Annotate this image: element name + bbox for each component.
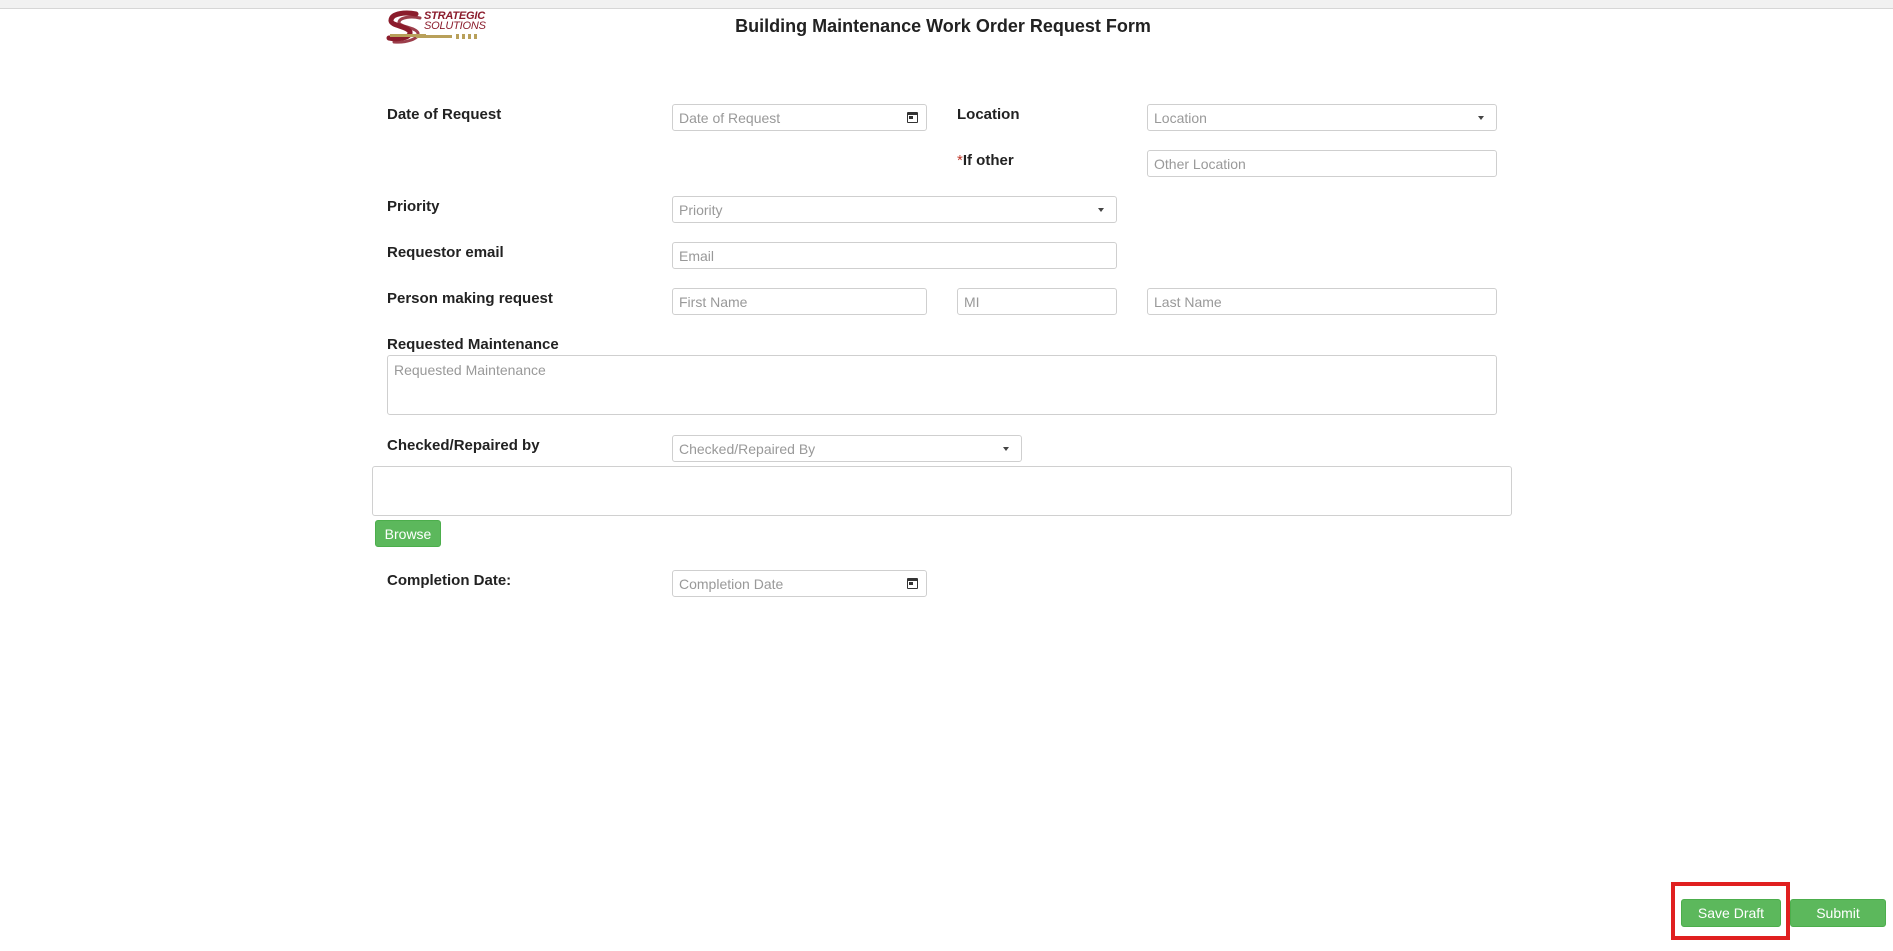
requested-maintenance-field[interactable] (387, 355, 1497, 415)
other-location-input[interactable] (1154, 151, 1490, 176)
last-name-input[interactable] (1154, 289, 1490, 314)
chevron-down-icon (1478, 115, 1484, 120)
calendar-icon[interactable] (907, 112, 918, 123)
logo-text-solutions: SOLUTIONS (424, 20, 486, 32)
checked-repaired-by-select-value: Checked/Repaired By (679, 440, 816, 457)
calendar-icon[interactable] (907, 578, 918, 589)
priority-label: Priority (387, 198, 440, 215)
location-select[interactable]: Location (1147, 104, 1497, 131)
browser-top-strip (0, 0, 1893, 9)
if-other-label-text: If other (962, 152, 1014, 169)
person-making-request-label: Person making request (387, 290, 553, 307)
chevron-down-icon (1003, 446, 1009, 451)
file-drop-zone[interactable] (372, 466, 1512, 516)
requestor-email-field[interactable] (672, 242, 1117, 269)
last-name-field[interactable] (1147, 288, 1497, 315)
if-other-label: *If other (957, 152, 1014, 169)
other-location-field[interactable] (1147, 150, 1497, 177)
completion-date-label: Completion Date: (387, 572, 512, 589)
strategic-solutions-logo: STRATEGIC SOLUTIONS (386, 10, 488, 46)
requested-maintenance-textarea[interactable] (394, 362, 1490, 408)
logo-stripe-icon (416, 34, 477, 39)
priority-select[interactable]: Priority (672, 196, 1117, 223)
logo-mark-icon (386, 10, 426, 44)
browse-button[interactable]: Browse (375, 520, 441, 547)
requested-maintenance-label: Requested Maintenance (387, 336, 559, 353)
completion-date-input[interactable] (679, 571, 907, 596)
checked-repaired-by-select[interactable]: Checked/Repaired By (672, 435, 1022, 462)
email-input[interactable] (679, 243, 1110, 268)
save-draft-button[interactable]: Save Draft (1681, 899, 1781, 927)
requestor-email-label: Requestor email (387, 244, 504, 261)
date-of-request-label: Date of Request (387, 106, 502, 123)
date-of-request-field[interactable] (672, 104, 927, 131)
page-title: Building Maintenance Work Order Request … (735, 16, 1151, 36)
checked-repaired-by-label: Checked/Repaired by (387, 437, 540, 454)
completion-date-field[interactable] (672, 570, 927, 597)
chevron-down-icon (1098, 207, 1104, 212)
location-label: Location (957, 106, 1020, 123)
middle-initial-input[interactable] (964, 289, 1110, 314)
priority-select-value: Priority (679, 201, 723, 218)
submit-button[interactable]: Submit (1790, 899, 1886, 927)
date-of-request-input[interactable] (679, 105, 907, 130)
first-name-field[interactable] (672, 288, 927, 315)
middle-initial-field[interactable] (957, 288, 1117, 315)
location-select-value: Location (1154, 109, 1207, 126)
first-name-input[interactable] (679, 289, 920, 314)
